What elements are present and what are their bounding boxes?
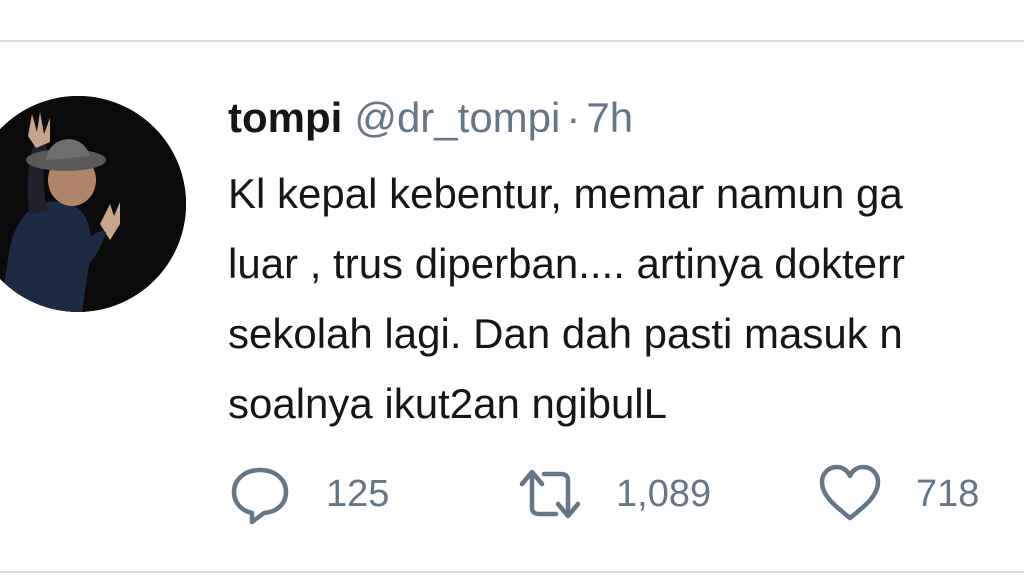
timestamp[interactable]: 7h <box>586 94 633 141</box>
tweet-text-line: Kl kepal kebentur, memar namun ga <box>228 170 903 217</box>
avatar[interactable] <box>0 96 186 312</box>
tweet-text: Kl kepal kebentur, memar namun ga luar ,… <box>228 159 1024 439</box>
retweet-icon <box>519 469 581 519</box>
display-name[interactable]: tompi <box>228 94 342 141</box>
tweet-card: tompi @dr_tompi · 7h Kl kepal kebentur, mem… <box>0 0 1024 576</box>
retweet-button[interactable]: 1,089 <box>518 462 711 526</box>
retweet-count: 1,089 <box>616 473 712 515</box>
tweet-header: tompi @dr_tompi · 7h <box>228 92 633 144</box>
like-button[interactable]: 718 <box>818 462 979 526</box>
reply-button[interactable]: 125 <box>228 462 389 526</box>
like-count: 718 <box>916 473 980 515</box>
heart-icon <box>819 464 881 521</box>
tweet-text-line: sekolah lagi. Dan dah pasti masuk n <box>228 310 903 357</box>
tweet-text-line: soalnya ikut2an ngibulL <box>228 380 667 427</box>
reply-count: 125 <box>326 473 390 515</box>
avatar-photo-icon <box>0 96 186 312</box>
reply-icon <box>231 467 289 525</box>
tweet-text-line: luar , trus diperban.... artinya dokterr <box>228 240 905 287</box>
tweet-actions: 125 1,089 718 <box>228 462 1024 526</box>
divider-top <box>0 40 1024 42</box>
separator-dot: · <box>566 94 581 141</box>
user-handle[interactable]: @dr_tompi <box>354 94 560 141</box>
divider-bottom <box>0 571 1024 573</box>
